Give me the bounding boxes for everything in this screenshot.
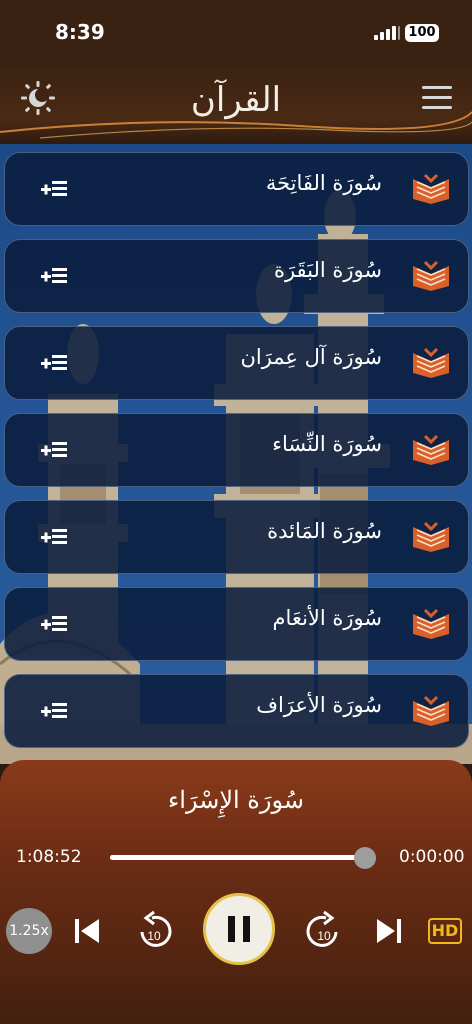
pause-icon [228,916,250,942]
remaining-time: 0:00:00 [399,847,465,867]
brightness-icon[interactable] [20,80,56,116]
skip-next-icon[interactable] [374,916,404,946]
open-book-icon [413,347,449,378]
app-header: القرآن الكريم [0,64,472,180]
add-to-playlist-icon[interactable] [41,701,67,721]
forward-10-button[interactable]: 10 [304,906,344,954]
list-item[interactable]: سُورَة الأنعَام [4,587,469,661]
open-book-icon [413,434,449,465]
status-bar: 8:39 100 [0,0,472,64]
rewind-10-button[interactable]: 10 [134,906,174,954]
list-item[interactable]: سُورَة آل عِمرَان [4,326,469,400]
surah-name: سُورَة المَائدة [267,519,382,543]
surah-name: سُورَة الأنعَام [272,606,382,630]
add-to-playlist-icon[interactable] [41,527,67,547]
surah-name: سُورَة الفَاتِحَة [265,171,382,195]
rewind-seconds-label: 10 [147,929,161,943]
battery-icon: 100 [405,24,439,42]
open-book-icon [413,260,449,291]
open-book-icon [413,173,449,204]
add-to-playlist-icon[interactable] [41,353,67,373]
progress-slider[interactable] [110,847,377,869]
add-to-playlist-icon[interactable] [41,179,67,199]
add-to-playlist-icon[interactable] [41,440,67,460]
list-item[interactable]: سُورَة الأعرَاف [4,674,469,748]
list-item[interactable]: سُورَة المَائدة [4,500,469,574]
app-logo-title: القرآن الكريم [190,80,282,180]
surah-name: سُورَة الأعرَاف [256,693,382,717]
signal-icon [374,26,402,40]
progress-thumb[interactable] [354,847,377,869]
surah-list: سُورَة الفَاتِحَة سُورَة البَقَرَة سُورَ… [4,152,469,761]
surah-name: سُورَة آل عِمرَان [240,345,382,369]
playback-speed-button[interactable]: 1.25x [6,908,52,954]
hd-quality-toggle[interactable]: HD [428,918,462,944]
pause-button[interactable] [203,893,275,965]
forward-seconds-label: 10 [317,929,331,943]
status-time: 8:39 [55,20,105,44]
elapsed-time: 1:08:52 [16,847,82,867]
open-book-icon [413,608,449,639]
open-book-icon [413,695,449,726]
add-to-playlist-icon[interactable] [41,614,67,634]
now-playing-title: سُورَة الإِسْرَاء [168,786,304,814]
audio-player: سُورَة الإِسْرَاء 1:08:52 0:00:00 1.25x … [0,760,472,1024]
surah-name: سُورَة النِّسَاء [272,432,382,456]
open-book-icon [413,521,449,552]
surah-name: سُورَة البَقَرَة [273,258,382,282]
progress-fill [110,855,366,860]
list-item[interactable]: سُورَة النِّسَاء [4,413,469,487]
add-to-playlist-icon[interactable] [41,266,67,286]
skip-previous-icon[interactable] [72,916,102,946]
list-item[interactable]: سُورَة الفَاتِحَة [4,152,469,226]
rewind-icon: 10 [140,910,172,947]
list-item[interactable]: سُورَة البَقَرَة [4,239,469,313]
hamburger-menu-icon[interactable] [422,86,452,110]
fast-forward-icon: 10 [306,910,338,947]
